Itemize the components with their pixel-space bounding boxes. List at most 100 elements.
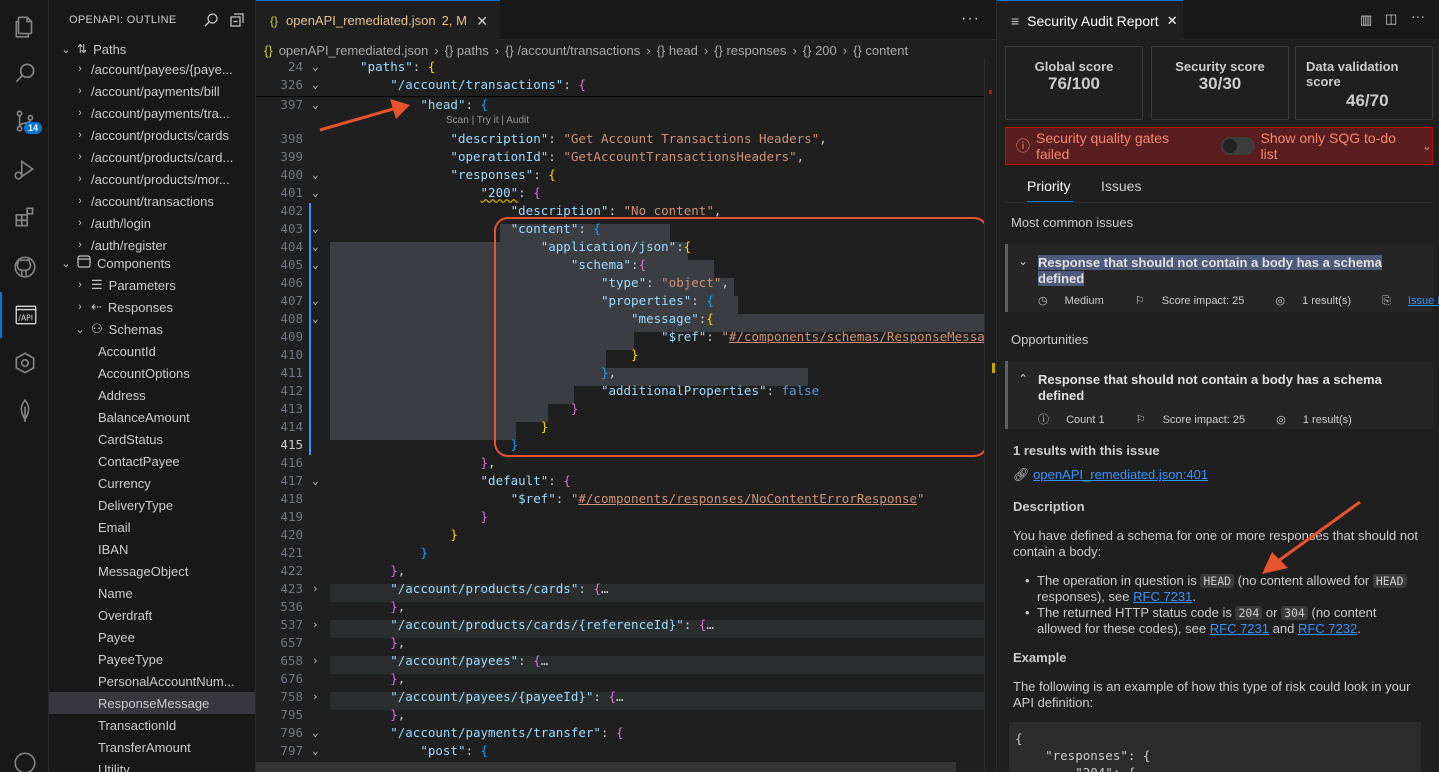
run-debug-icon[interactable] — [0, 146, 49, 192]
rfc7231-link[interactable]: RFC 7231 — [1210, 621, 1269, 636]
tab-issues[interactable]: Issues — [1101, 172, 1141, 202]
code-line[interactable]: 326 ⌄ "/account/transactions": { — [256, 76, 984, 94]
tree-parameters[interactable]: › ☰ Parameters — [49, 274, 255, 296]
code-line[interactable]: 657 }, — [256, 634, 984, 652]
code-line[interactable]: 796 ⌄ "/account/payments/transfer": { — [256, 724, 984, 742]
rfc7231-link[interactable]: RFC 7231 — [1133, 589, 1192, 604]
tree-schema-item[interactable]: Utility — [49, 758, 255, 772]
chevron-down-icon[interactable]: ⌄ — [312, 96, 319, 114]
breadcrumb-item[interactable]: openAPI_remediated.json — [279, 43, 429, 58]
code-line[interactable]: 676 }, — [256, 670, 984, 688]
tree-schema-item[interactable]: AccountId — [49, 340, 255, 362]
chevron-down-icon[interactable]: ⌄ — [312, 292, 319, 310]
tree-schema-item[interactable]: Currency — [49, 472, 255, 494]
tree-schema-item[interactable]: Payee — [49, 626, 255, 648]
code-line[interactable]: 419 } — [256, 508, 984, 526]
tree-schema-item[interactable]: Overdraft — [49, 604, 255, 626]
code-line[interactable]: 758 › "/account/payees/{payeeId}": {… — [256, 688, 984, 706]
breadcrumb-item[interactable]: {} head — [657, 43, 698, 58]
tab-openapi-remediated[interactable]: {} openAPI_remediated.json 2, M ✕ — [256, 0, 500, 40]
extensions-icon[interactable] — [0, 194, 49, 240]
chevron-down-icon[interactable]: ⌄ — [312, 220, 319, 238]
chevron-down-icon[interactable]: ⌄ — [312, 166, 319, 184]
breadcrumb-item[interactable]: {} /account/transactions — [505, 43, 640, 58]
tree-responses[interactable]: › ⇠ Responses — [49, 296, 255, 318]
openapi-icon[interactable]: /API — [0, 292, 49, 338]
tree-schema-item[interactable]: BalanceAmount — [49, 406, 255, 428]
tree-schema-item[interactable]: TransactionId — [49, 714, 255, 736]
github-icon[interactable] — [0, 244, 49, 290]
code-line[interactable]: 400 ⌄ "responses": { — [256, 166, 984, 184]
code-line[interactable]: 398 "description": "Get Account Transact… — [256, 130, 984, 148]
code-line[interactable]: 401 ⌄ "200": { — [256, 184, 984, 202]
search-icon[interactable] — [0, 50, 49, 96]
tree-schema-item[interactable]: Email — [49, 516, 255, 538]
code-line[interactable]: 397 ⌄ "head": { — [256, 96, 984, 114]
tree-schema-item[interactable]: PersonalAccountNum... — [49, 670, 255, 692]
more-actions-icon[interactable]: ··· — [961, 10, 980, 28]
code-line[interactable]: 421 } — [256, 544, 984, 562]
tree-schema-item[interactable]: ContactPayee — [49, 450, 255, 472]
code-line[interactable]: 658 › "/account/payees": {… — [256, 652, 984, 670]
chevron-down-icon[interactable]: ⌄ — [312, 76, 319, 94]
chevron-down-icon[interactable]: ⌄ — [312, 472, 319, 490]
tree-path-item[interactable]: › /account/transactions — [49, 190, 255, 212]
chevron-up-icon[interactable]: ⌄ — [1018, 371, 1028, 385]
code-line[interactable]: 418 "$ref": "#/components/responses/NoCo… — [256, 490, 984, 508]
tree-path-item[interactable]: › /account/products/card... — [49, 146, 255, 168]
tree-schema-item[interactable]: MessageObject — [49, 560, 255, 582]
issue-id-link[interactable]: Issue ID — [1408, 295, 1439, 307]
chevron-down-icon[interactable]: ⌄ — [312, 724, 319, 742]
explorer-icon[interactable] — [0, 4, 49, 50]
sqg-toggle[interactable] — [1221, 137, 1255, 155]
chevron-down-icon[interactable]: ⌄ — [312, 256, 319, 274]
chevron-down-icon[interactable]: ⌄ — [312, 184, 319, 202]
tab-priority[interactable]: Priority — [1027, 172, 1073, 202]
tree-schemas[interactable]: ⌄ ⚇ Schemas — [49, 318, 255, 340]
chevron-right-icon[interactable]: › — [312, 616, 319, 634]
chevron-down-icon[interactable]: ⌄ — [312, 58, 319, 76]
code-line[interactable]: 423 › "/account/products/cards": {… — [256, 580, 984, 598]
breadcrumb-item[interactable]: {} 200 — [803, 43, 837, 58]
tree-path-item[interactable]: › /account/products/mor... — [49, 168, 255, 190]
tree-schema-item[interactable]: Name — [49, 582, 255, 604]
code-line[interactable]: 536 }, — [256, 598, 984, 616]
code-line[interactable]: 24 ⌄ "paths": { — [256, 58, 984, 76]
chevron-right-icon[interactable]: › — [312, 652, 319, 670]
tree-paths[interactable]: ⌄ ⇅ Paths — [49, 38, 255, 60]
tree-components[interactable]: ⌄ Components — [49, 252, 255, 274]
tree-schema-item[interactable]: Address — [49, 384, 255, 406]
close-icon[interactable]: ✕ — [476, 13, 488, 30]
breadcrumb-item[interactable]: {} paths — [445, 43, 489, 58]
code-line[interactable]: 420 } — [256, 526, 984, 544]
code-area[interactable]: 24 ⌄ "paths": {326 ⌄ "/account/transaction… — [256, 58, 996, 772]
chevron-down-icon[interactable]: ⌄ — [1422, 139, 1432, 153]
account-icon[interactable] — [0, 740, 49, 772]
more-actions-icon[interactable]: ··· — [1411, 8, 1425, 24]
chevron-down-icon[interactable]: ⌄ — [312, 310, 319, 328]
tree-path-item[interactable]: › /auth/login — [49, 212, 255, 234]
chevron-down-icon[interactable]: ⌄ — [1018, 254, 1028, 268]
tree-path-item[interactable]: › /account/payments/bill — [49, 80, 255, 102]
code-line[interactable]: 422 }, — [256, 562, 984, 580]
chevron-right-icon[interactable]: › — [312, 688, 319, 706]
common-issue-card[interactable]: ⌄ Response that should not contain a bod… — [1005, 244, 1439, 312]
tree-schema-item[interactable]: IBAN — [49, 538, 255, 560]
mongodb-leaf-icon[interactable] — [0, 388, 49, 434]
tree-path-item[interactable]: › /account/payees/{paye... — [49, 58, 255, 80]
tree-schema-item[interactable]: AccountOptions — [49, 362, 255, 384]
tree-schema-item[interactable]: ResponseMessage — [49, 692, 255, 714]
open-preview-icon[interactable]: ▥ — [1360, 12, 1372, 28]
rfc7232-link[interactable]: RFC 7232 — [1298, 621, 1357, 636]
result-location-link[interactable]: openAPI_remediated.json:401 — [1033, 467, 1208, 482]
collapse-all-icon[interactable] — [229, 12, 245, 28]
tab-security-audit-report[interactable]: ≡ Security Audit Report ✕ — [997, 0, 1183, 40]
code-line[interactable]: 399 "operationId": "GetAccountTransactio… — [256, 148, 984, 166]
chevron-right-icon[interactable]: › — [312, 580, 319, 598]
chevron-down-icon[interactable]: ⌄ — [312, 238, 319, 256]
tree-schema-item[interactable]: CardStatus — [49, 428, 255, 450]
code-line[interactable]: 797 ⌄ "post": { — [256, 742, 984, 760]
ai-icon[interactable] — [0, 340, 49, 386]
tree-schema-item[interactable]: PayeeType — [49, 648, 255, 670]
split-editor-icon[interactable]: ◫ — [1385, 11, 1397, 27]
